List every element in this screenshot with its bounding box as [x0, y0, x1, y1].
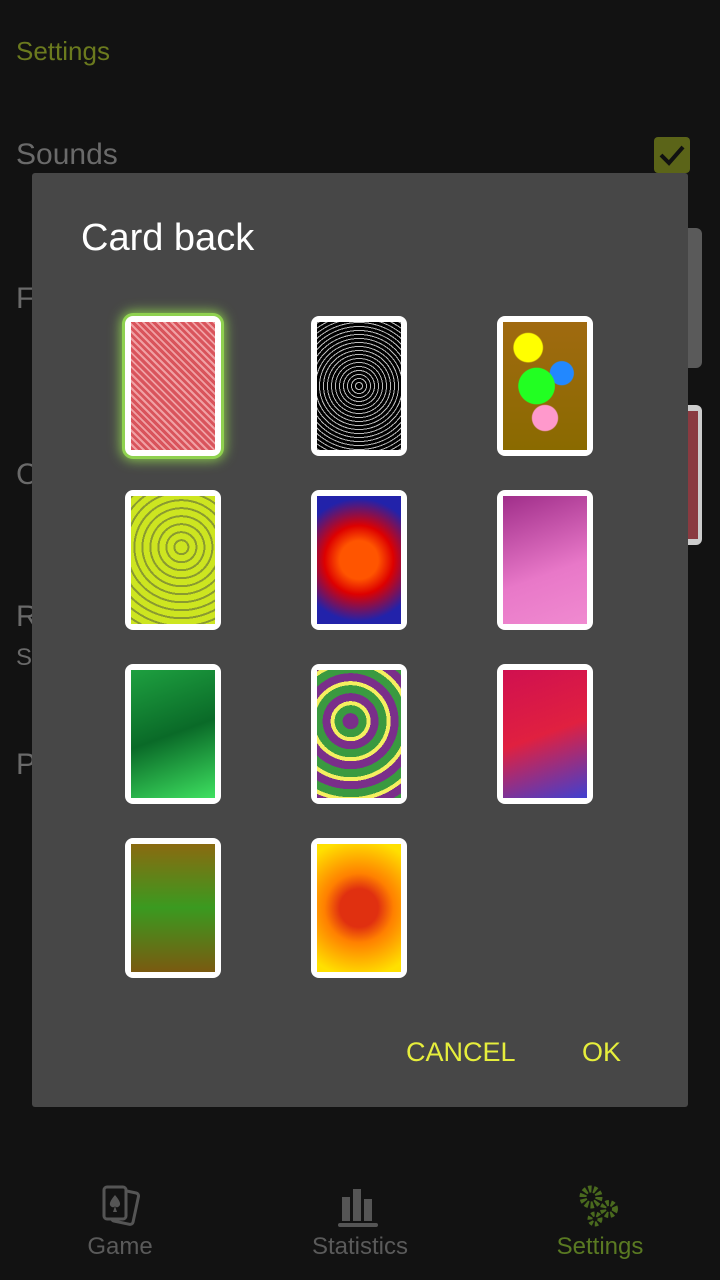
checkmark-icon — [659, 145, 685, 166]
partial-label: S — [16, 644, 33, 671]
tab-label: Settings — [556, 1233, 644, 1260]
tab-label: Game — [87, 1233, 153, 1260]
tab-label: Statistics — [311, 1233, 409, 1260]
card-back-option-black-classic[interactable] — [311, 316, 407, 456]
gears-icon — [579, 1185, 618, 1227]
card-back-image — [317, 670, 401, 798]
bar-chart-icon — [338, 1189, 378, 1227]
card-back-option-red-flowers[interactable] — [497, 664, 593, 804]
tab-game[interactable]: Game — [0, 1165, 240, 1280]
settings-header: Settings — [16, 36, 110, 66]
card-back-preview — [688, 405, 702, 545]
card-back-image — [131, 670, 215, 798]
card-back-image — [503, 670, 587, 798]
bottom-nav: Game Statistics Settings — [0, 1165, 720, 1280]
cancel-button[interactable]: CANCEL — [406, 1037, 516, 1068]
card-back-option-rainbow-circles[interactable] — [311, 490, 407, 630]
card-back-option-green-butterflies[interactable] — [125, 664, 221, 804]
card-back-option-orange-sun[interactable] — [311, 838, 407, 978]
card-back-image — [503, 496, 587, 624]
dialog-title: Card back — [81, 217, 255, 259]
ok-button[interactable]: OK — [582, 1037, 621, 1068]
background-preview — [688, 228, 702, 368]
sounds-checkbox[interactable] — [654, 137, 690, 173]
card-back-option-green-dragon[interactable] — [125, 838, 221, 978]
card-back-image — [503, 322, 587, 450]
sounds-label: Sounds — [16, 138, 118, 171]
card-back-image — [317, 496, 401, 624]
cards-icon — [102, 1185, 141, 1226]
tab-statistics[interactable]: Statistics — [240, 1165, 480, 1280]
card-back-option-daisies[interactable] — [311, 664, 407, 804]
card-back-option-yellow-circles[interactable] — [125, 490, 221, 630]
card-back-option-red-classic[interactable] — [125, 316, 221, 456]
card-back-image — [317, 844, 401, 972]
card-back-image — [131, 496, 215, 624]
card-back-image — [131, 322, 215, 450]
tab-settings[interactable]: Settings — [480, 1165, 720, 1280]
card-back-dialog: Card back CANCEL OK — [32, 173, 688, 1107]
card-back-option-bubbles[interactable] — [497, 316, 593, 456]
card-back-image — [131, 844, 215, 972]
card-back-option-pink-butterflies[interactable] — [497, 490, 593, 630]
card-back-image — [317, 322, 401, 450]
